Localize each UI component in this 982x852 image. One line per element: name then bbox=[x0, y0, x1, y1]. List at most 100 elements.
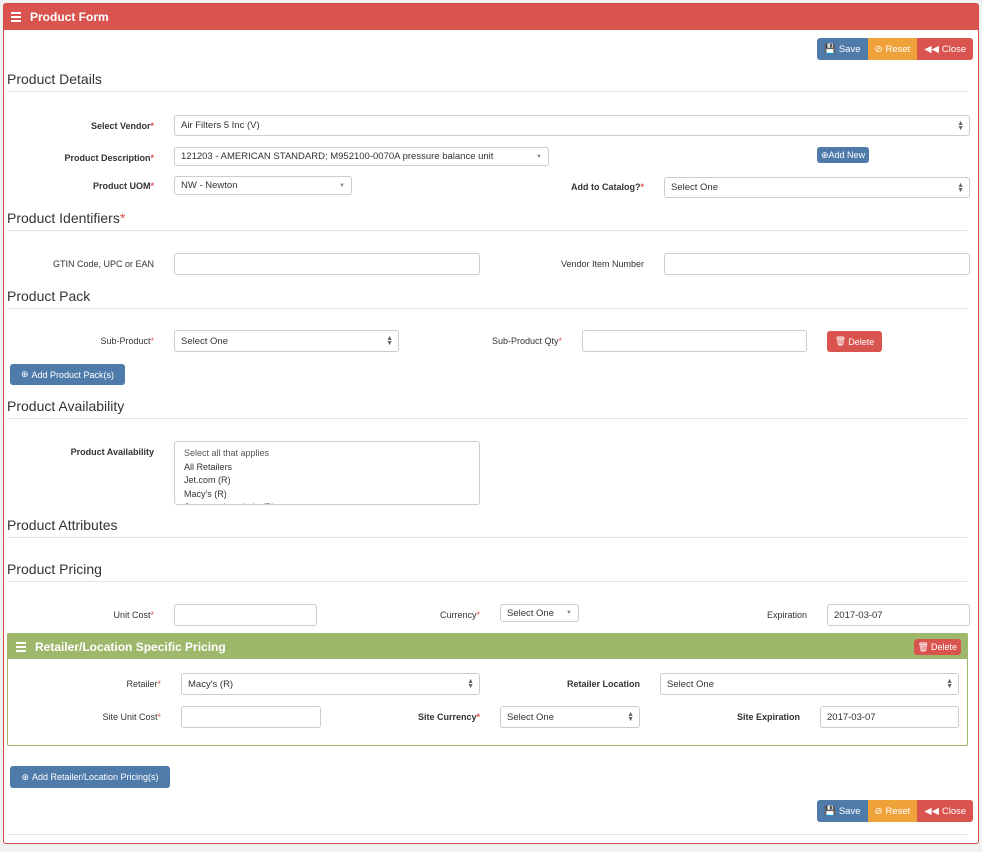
expiration-label: Expiration bbox=[766, 610, 807, 620]
plus-circle-icon: ⊕ bbox=[821, 149, 829, 160]
uom-select-value: NW - Newton bbox=[181, 180, 238, 191]
delete-pack-label: Delete bbox=[848, 336, 875, 347]
updown-arrows-icon: ▲ ▼ bbox=[957, 119, 964, 132]
backward-icon: ◀◀ bbox=[924, 43, 939, 55]
reset-button[interactable]: ⊘ Reset bbox=[867, 38, 918, 60]
reset-button[interactable]: ⊘ Reset bbox=[867, 800, 918, 822]
catalog-label: Add to Catalog?* bbox=[570, 182, 644, 192]
delete-pack-button[interactable]: 🗑 Delete bbox=[827, 331, 882, 352]
sub-product-select[interactable]: Select One ▲ ▼ bbox=[174, 330, 399, 352]
section-product-pack: Product Pack bbox=[7, 288, 967, 309]
reset-label: Reset bbox=[885, 43, 911, 55]
hamburger-icon[interactable] bbox=[11, 10, 21, 24]
footer-divider bbox=[7, 834, 967, 835]
retailer-location-select-value: Select One bbox=[667, 678, 714, 690]
updown-arrows-icon: ▲ ▼ bbox=[957, 181, 964, 194]
add-product-pack-button[interactable]: ⊕ Add Product Pack(s) bbox=[10, 364, 125, 385]
ban-icon: ⊘ bbox=[874, 805, 883, 817]
site-currency-select-value: Select One bbox=[507, 711, 554, 723]
bottom-toolbar: 💾 Save ⊘ Reset ◀◀ Close bbox=[817, 800, 974, 822]
expiration-input[interactable]: 2017-03-07 bbox=[827, 604, 970, 626]
retailer-location-select[interactable]: Select One ▲ ▼ bbox=[660, 673, 959, 695]
delete-retailer-pricing-button[interactable]: 🗑 Delete bbox=[913, 639, 961, 655]
plus-circle-icon: ⊕ bbox=[20, 369, 29, 379]
save-label: Save bbox=[838, 43, 861, 55]
close-label: Close bbox=[941, 805, 967, 817]
site-unit-cost-label: Site Unit Cost* bbox=[102, 712, 161, 722]
hamburger-icon[interactable] bbox=[16, 640, 26, 654]
site-expiration-label: Site Expiration bbox=[736, 712, 800, 722]
site-currency-label: Site Currency* bbox=[417, 712, 480, 722]
vendor-item-input[interactable] bbox=[664, 253, 970, 275]
sub-product-qty-input[interactable] bbox=[582, 330, 807, 352]
availability-option[interactable]: Select all that applies bbox=[184, 447, 470, 461]
save-label: Save bbox=[838, 805, 861, 817]
description-label: Product Description* bbox=[64, 153, 154, 163]
availability-label: Product Availability bbox=[70, 447, 154, 457]
panel-title: Product Form bbox=[30, 10, 109, 24]
panel-heading: Product Form bbox=[4, 4, 978, 30]
updown-arrows-icon: ▲ ▼ bbox=[386, 335, 393, 347]
close-button[interactable]: ◀◀ Close bbox=[917, 38, 974, 60]
site-expiration-input[interactable]: 2017-03-07 bbox=[820, 706, 959, 728]
save-button[interactable]: 💾 Save bbox=[817, 38, 868, 60]
section-product-details: Product Details bbox=[7, 71, 967, 92]
add-new-label: Add New bbox=[828, 150, 866, 160]
section-product-identifiers: Product Identifiers* bbox=[7, 210, 967, 231]
delete-retailer-pricing-label: Delete bbox=[930, 642, 957, 652]
description-select[interactable]: 121203 - AMERICAN STANDARD; M952100-0070… bbox=[174, 147, 549, 166]
sub-product-label: Sub-Product* bbox=[100, 336, 154, 346]
vendor-select[interactable]: Air Filters 5 Inc (V) ▲ ▼ bbox=[174, 115, 970, 136]
caret-down-icon: ▼ bbox=[566, 610, 572, 616]
availability-option[interactable]: Jet.com (R) bbox=[184, 474, 470, 488]
uom-select[interactable]: NW - Newton ▼ bbox=[174, 176, 352, 195]
availability-option[interactable]: Supermarket chain (R) bbox=[184, 501, 470, 504]
gtin-label: GTIN Code, UPC or EAN bbox=[52, 259, 154, 269]
add-retailer-pricing-button[interactable]: ⊕ Add Retailer/Location Pricing(s) bbox=[10, 766, 170, 788]
gtin-input[interactable] bbox=[174, 253, 480, 275]
unit-cost-input[interactable] bbox=[174, 604, 317, 626]
currency-select-value: Select One bbox=[507, 607, 554, 619]
uom-label: Product UOM* bbox=[92, 181, 154, 191]
updown-arrows-icon: ▲ ▼ bbox=[467, 678, 474, 690]
vendor-item-label: Vendor Item Number bbox=[560, 259, 644, 269]
currency-select[interactable]: Select One ▼ bbox=[500, 604, 579, 622]
close-button[interactable]: ◀◀ Close bbox=[917, 800, 974, 822]
section-product-attributes: Product Attributes bbox=[7, 517, 967, 538]
add-retailer-pricing-label: Add Retailer/Location Pricing(s) bbox=[31, 772, 159, 782]
catalog-select[interactable]: Select One ▲ ▼ bbox=[664, 177, 970, 198]
trash-icon: 🗑 bbox=[917, 641, 929, 652]
catalog-select-value: Select One bbox=[671, 182, 718, 193]
retailer-select-value: Macy's (R) bbox=[188, 678, 234, 690]
availability-option[interactable]: All Retailers bbox=[184, 461, 470, 475]
caret-down-icon: ▼ bbox=[339, 182, 345, 189]
ban-icon: ⊘ bbox=[874, 43, 883, 55]
retailer-pricing-heading: Retailer/Location Specific Pricing 🗑 Dele… bbox=[8, 634, 967, 659]
close-label: Close bbox=[941, 43, 967, 55]
retailer-location-label: Retailer Location bbox=[566, 679, 640, 689]
section-product-pricing: Product Pricing bbox=[7, 561, 967, 582]
top-toolbar: 💾 Save ⊘ Reset ◀◀ Close bbox=[817, 38, 974, 60]
backward-icon: ◀◀ bbox=[924, 805, 939, 817]
unit-cost-label: Unit Cost* bbox=[113, 610, 154, 620]
site-unit-cost-input[interactable] bbox=[181, 706, 321, 728]
availability-option[interactable]: Macy's (R) bbox=[184, 488, 470, 502]
availability-multiselect[interactable]: Select all that applies All Retailers Je… bbox=[174, 441, 480, 505]
trash-icon: 🗑 bbox=[834, 336, 847, 346]
sub-product-select-value: Select One bbox=[181, 335, 228, 347]
sub-product-qty-label: Sub-Product Qty* bbox=[491, 336, 562, 346]
add-new-button[interactable]: ⊕ Add New bbox=[817, 147, 870, 163]
vendor-label: Select Vendor* bbox=[90, 121, 154, 131]
floppy-disk-icon: 💾 bbox=[824, 43, 836, 55]
site-currency-select[interactable]: Select One ▲ ▼ bbox=[500, 706, 640, 728]
retailer-select[interactable]: Macy's (R) ▲ ▼ bbox=[181, 673, 480, 695]
reset-label: Reset bbox=[885, 805, 911, 817]
updown-arrows-icon: ▲ ▼ bbox=[946, 678, 953, 690]
retailer-pricing-title: Retailer/Location Specific Pricing bbox=[35, 639, 226, 654]
retailer-label: Retailer* bbox=[126, 679, 161, 689]
floppy-disk-icon: 💾 bbox=[824, 805, 836, 817]
updown-arrows-icon: ▲ ▼ bbox=[627, 711, 634, 723]
vendor-select-value: Air Filters 5 Inc (V) bbox=[181, 120, 260, 131]
plus-circle-icon: ⊕ bbox=[21, 771, 29, 782]
save-button[interactable]: 💾 Save bbox=[817, 800, 868, 822]
